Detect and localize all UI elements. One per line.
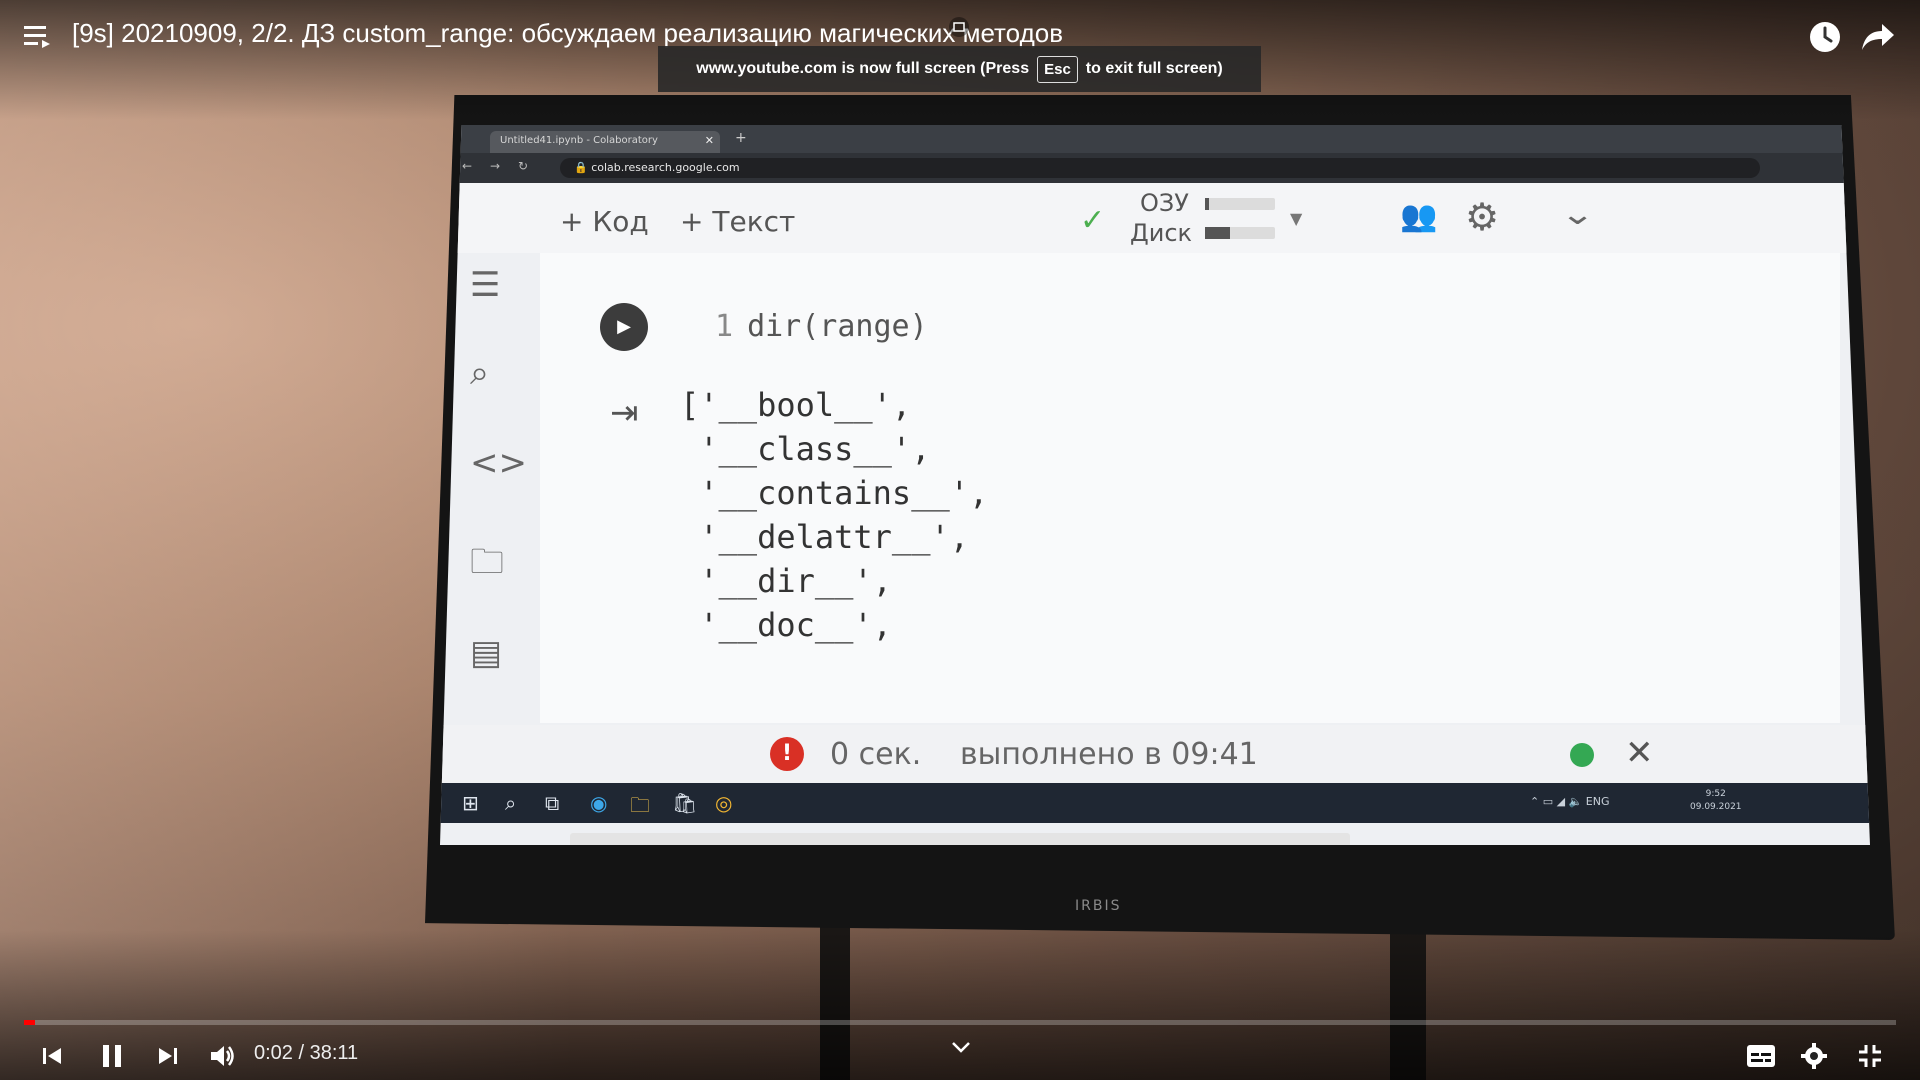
video-frame[interactable]: IRBIS Untitled41.ipynb - Colaboratory ✕ …: [0, 0, 1920, 1080]
progress-bar[interactable]: [24, 1020, 1896, 1025]
reload-icon: ↻: [518, 159, 529, 173]
subtitles-icon[interactable]: [1746, 1040, 1776, 1072]
store-icon: 🛍: [672, 791, 698, 815]
table-of-contents-icon: ☰: [470, 265, 501, 305]
disk-bar-fill: [1205, 227, 1230, 239]
code-line: 1 dir(range): [715, 309, 928, 344]
ram-bar-fill: [1205, 198, 1209, 210]
browser-tab-bar: Untitled41.ipynb - Colaboratory ✕ +: [440, 125, 1870, 153]
current-time: 0:02: [254, 1042, 293, 1064]
taskbar-date: 09.09.2021: [1690, 802, 1742, 812]
browser-address-bar: ← → ↻ 🔒 colab.research.google.com: [440, 153, 1870, 183]
close-icon: ✕: [704, 134, 714, 147]
output-scrollbar: [570, 833, 1350, 845]
output-line: '__contains__',: [680, 474, 989, 512]
caret-down-icon: ▼: [1290, 209, 1303, 228]
folder-icon: 🗀: [470, 542, 504, 582]
code-cell: ▶ 1 dir(range) ⇥ ['__bool__', '__class__'…: [540, 253, 1840, 845]
esc-key-hint: Esc: [1037, 55, 1078, 83]
watch-later-icon[interactable]: [1808, 20, 1842, 54]
settings-icon[interactable]: [1800, 1040, 1828, 1072]
browser-tab-title: Untitled41.ipynb - Colaboratory: [500, 135, 658, 146]
chevron-down-icon[interactable]: [950, 1040, 972, 1054]
video-title[interactable]: [9s] 20210909, 2/2. ДЗ custom_range: обс…: [72, 18, 1063, 49]
chrome-icon: ◎: [715, 791, 733, 815]
close-icon: ✕: [1625, 733, 1654, 773]
disk-label: Диск: [1130, 219, 1193, 247]
pause-icon[interactable]: [98, 1040, 126, 1072]
error-icon: !: [770, 737, 804, 771]
output-line: ['__bool__',: [680, 386, 912, 424]
terminal-icon: ▤: [470, 633, 503, 673]
playlist-icon[interactable]: [24, 24, 54, 50]
time-separator: /: [292, 1042, 310, 1064]
progress-bar-played: [24, 1020, 36, 1025]
keyboard-language: ENG: [1585, 795, 1610, 808]
line-number: 1: [715, 309, 734, 344]
system-tray: ⌃ ▭ ◢ 🔈 ENG: [1530, 795, 1610, 808]
output-line: '__delattr__',: [680, 518, 969, 556]
output-icon: ⇥: [610, 393, 639, 433]
browser-url: 🔒 colab.research.google.com: [560, 158, 1760, 178]
check-icon: ✓: [1080, 203, 1106, 238]
disk-bar: [1205, 227, 1275, 239]
taskbar-time: 9:52: [1705, 789, 1726, 799]
connection-status-icon: [1570, 743, 1594, 767]
next-icon[interactable]: [156, 1040, 180, 1072]
ram-bar: [1205, 198, 1275, 210]
new-tab-icon: +: [735, 130, 747, 146]
run-cell-button: ▶: [600, 303, 648, 351]
output-line: '__class__',: [680, 430, 931, 468]
cell-output: ['__bool__', '__class__', '__contains__'…: [680, 383, 988, 647]
colab-toolbar: + Код + Текст ✓ ОЗУ Диск ▼ 👥 ⚙ ⌄: [440, 183, 1870, 253]
completed-at: выполнено в 09:41: [960, 737, 1258, 772]
output-line: '__doc__',: [680, 606, 892, 644]
time-display: 0:02 / 38:11: [254, 1042, 358, 1065]
exit-fullscreen-icon[interactable]: [1856, 1040, 1884, 1072]
add-code-button: + Код: [560, 205, 649, 238]
miniplayer-icon: [949, 17, 969, 37]
elapsed-time: 0 сек.: [830, 737, 922, 772]
chevron-down-icon: ⌄: [1559, 197, 1596, 232]
file-explorer-icon: 🗀: [630, 793, 650, 817]
fullscreen-notice-suffix: to exit full screen): [1085, 60, 1223, 77]
code-snippets-icon: <>: [470, 443, 527, 483]
colab-status-bar: ! 0 сек. выполнено в 09:41 ✕: [440, 725, 1870, 783]
back-icon: ←: [462, 159, 473, 173]
fullscreen-notice: www.youtube.com is now full screen (Pres…: [658, 46, 1261, 92]
volume-icon[interactable]: [208, 1040, 236, 1072]
edge-icon: ◉: [590, 791, 608, 815]
previous-icon[interactable]: [40, 1040, 64, 1072]
browser-tab: Untitled41.ipynb - Colaboratory ✕: [490, 131, 720, 153]
gear-icon: ⚙: [1465, 195, 1500, 239]
add-text-button: + Текст: [680, 205, 796, 238]
taskbar-clock: 9:52 09.09.2021: [1690, 788, 1742, 814]
windows-taskbar: ⊞ ⌕ ⧉ ◉ 🗀 🛍 ◎ ⌃ ▭ ◢ 🔈 ENG 9:52 09.09.202…: [440, 783, 1870, 823]
ram-label: ОЗУ: [1140, 189, 1189, 217]
windows-start-icon: ⊞: [462, 791, 479, 815]
lock-icon: 🔒: [574, 161, 592, 174]
url-text: colab.research.google.com: [591, 161, 740, 174]
task-view-icon: ⧉: [545, 791, 560, 815]
output-line: '__dir__',: [680, 562, 892, 600]
duration: 38:11: [309, 1042, 359, 1064]
forward-icon: →: [490, 159, 501, 173]
tv-brand-logo: IRBIS: [1075, 898, 1122, 914]
fullscreen-notice-prefix: www.youtube.com is now full screen (Pres…: [696, 60, 1030, 77]
search-icon: ⌕: [470, 353, 490, 393]
search-icon: ⌕: [505, 791, 517, 815]
people-icon: 👥: [1400, 199, 1438, 234]
code-text: dir(range): [747, 309, 928, 344]
share-icon[interactable]: [1860, 20, 1896, 54]
tv-screen: Untitled41.ipynb - Colaboratory ✕ + ← → …: [440, 125, 1870, 845]
